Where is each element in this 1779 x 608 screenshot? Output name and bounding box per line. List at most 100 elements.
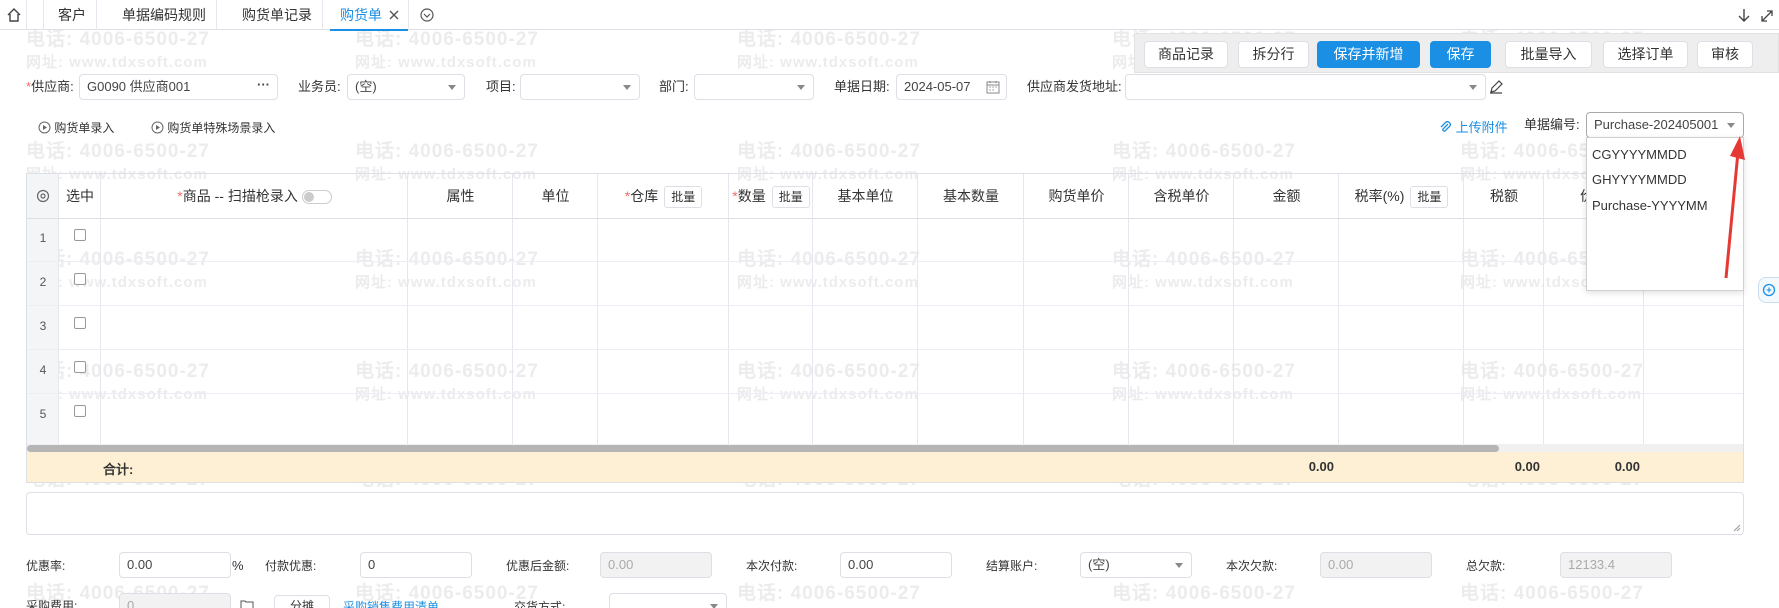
row-checkbox[interactable]	[74, 405, 86, 417]
horizontal-scrollbar-track[interactable]	[27, 444, 1743, 452]
watermark-phone: 电话: 4006-6500-27	[737, 583, 921, 604]
more-tabs-icon[interactable]	[419, 7, 435, 23]
supplier-input[interactable]: G0090 供应商001 ···	[79, 74, 278, 100]
chevron-down-icon	[623, 85, 631, 90]
batch-import-button[interactable]: 批量导入	[1505, 41, 1592, 68]
header-warehouse: *仓库 批量	[598, 174, 729, 218]
tab-label: 购货单记录	[242, 7, 312, 23]
this-payment-input[interactable]: 0.00	[840, 552, 952, 578]
play-circle-icon	[38, 121, 51, 134]
side-help-tab[interactable]	[1758, 277, 1779, 303]
expand-icon[interactable]	[1759, 8, 1775, 24]
chevron-down-icon	[710, 604, 718, 608]
row-checkbox[interactable]	[74, 361, 86, 373]
tab-purchase-records[interactable]: 购货单记录	[232, 0, 323, 30]
tab-spacer	[26, 0, 44, 30]
row-checkbox[interactable]	[74, 229, 86, 241]
chevron-down-icon	[1175, 563, 1183, 568]
row-checkbox[interactable]	[74, 273, 86, 285]
grid-col-index	[27, 174, 59, 444]
close-icon[interactable]	[388, 9, 400, 21]
watermark-phone: 电话: 4006-6500-27	[26, 141, 210, 162]
paperclip-icon	[1440, 121, 1451, 132]
subtab-purchase-entry[interactable]: 购货单录入	[38, 119, 114, 136]
edit-icon[interactable]	[1489, 80, 1503, 94]
download-icon[interactable]	[1737, 8, 1751, 24]
audit-button[interactable]: 审核	[1697, 41, 1753, 68]
dropdown-option[interactable]: CGYYYYMMDD	[1592, 143, 1687, 167]
remark-textarea[interactable]	[26, 492, 1744, 535]
header-base-unit: 基本单位	[837, 188, 894, 204]
this-debt-label: 本次欠款:	[1226, 559, 1278, 573]
split-row-button[interactable]: 拆分行	[1238, 41, 1309, 68]
purchase-fee-input[interactable]: 0	[119, 593, 231, 608]
home-icon[interactable]	[6, 7, 22, 23]
discount-rate-input[interactable]: 0.00	[119, 552, 231, 578]
tab-customer[interactable]: 客户	[48, 0, 97, 30]
date-input[interactable]: 2024-05-07	[896, 74, 1007, 100]
row-number: 5	[39, 407, 47, 421]
header-attr: 属性	[446, 188, 475, 204]
project-select[interactable]	[520, 74, 640, 100]
goods-record-button[interactable]: 商品记录	[1144, 41, 1228, 68]
upload-attachment-link[interactable]: 上传附件	[1440, 117, 1508, 136]
allocate-button[interactable]: 分摊	[274, 595, 330, 608]
calendar-icon[interactable]	[986, 80, 1000, 94]
address-select[interactable]	[1125, 74, 1486, 100]
header-select: 选中	[66, 188, 94, 204]
row-number: 3	[39, 319, 47, 333]
save-button[interactable]: 保存	[1430, 41, 1491, 68]
watermark-site: 网址: www.tdxsoft.com	[355, 54, 537, 71]
total-label: 合计:	[103, 462, 134, 477]
subtab-special-entry[interactable]: 购货单特殊场景录入	[151, 119, 275, 136]
chevron-down-icon	[797, 85, 805, 90]
total-debt-input[interactable]: 12133.4	[1560, 552, 1672, 578]
header-base-qty: 基本数量	[943, 188, 999, 204]
play-circle-icon	[151, 121, 164, 134]
watermark-phone: 电话: 4006-6500-27	[1112, 141, 1296, 162]
trade-method-select[interactable]	[609, 593, 727, 608]
percent-label: %	[232, 558, 244, 573]
dropdown-option[interactable]: GHYYYYMMDD	[1592, 168, 1687, 192]
salesman-select[interactable]: (空)	[347, 74, 465, 100]
dept-select[interactable]	[694, 74, 814, 100]
date-value: 2024-05-07	[904, 79, 971, 94]
qty-batch-button[interactable]: 批量	[771, 186, 810, 209]
total-debt-label: 总欠款:	[1466, 559, 1506, 573]
warehouse-batch-button[interactable]: 批量	[664, 186, 703, 209]
tab-label: 单据编码规则	[122, 7, 206, 23]
pay-discount-input[interactable]: 0	[360, 552, 472, 578]
tab-label: 购货单	[340, 7, 382, 23]
tab-code-rules[interactable]: 单据编码规则	[112, 0, 217, 30]
folder-icon[interactable]	[240, 599, 254, 608]
fee-list-link[interactable]: 采购销售费用清单	[343, 595, 439, 608]
tab-purchase-order[interactable]: 购货单	[330, 0, 409, 31]
chevron-down-icon	[1469, 85, 1477, 90]
horizontal-scrollbar-thumb[interactable]	[27, 445, 1499, 452]
header-unit: 单位	[541, 188, 570, 204]
action-toolbar: 商品记录 拆分行 保存并新增 保存 批量导入 选择订单 审核	[1134, 33, 1779, 73]
row-divider	[27, 305, 1743, 306]
dropdown-option[interactable]: Purchase-YYYYMM	[1592, 194, 1708, 218]
row-checkbox[interactable]	[74, 317, 86, 329]
row-divider	[27, 261, 1743, 262]
after-discount-input[interactable]: 0.00	[600, 552, 712, 578]
settings-icon[interactable]	[36, 189, 50, 203]
scan-toggle[interactable]	[301, 190, 332, 205]
discount-rate-value: 0.00	[127, 557, 153, 572]
chevron-down-icon	[448, 85, 456, 90]
resize-handle-icon[interactable]	[1733, 524, 1741, 532]
project-label: 项目:	[486, 79, 516, 94]
header-qty: *数量 批量	[729, 174, 813, 218]
save-and-new-button[interactable]: 保存并新增	[1317, 41, 1420, 68]
docno-value: Purchase-202405001	[1594, 117, 1719, 132]
this-debt-input[interactable]: 0.00	[1320, 552, 1432, 578]
tax-rate-batch-button[interactable]: 批量	[1410, 186, 1449, 209]
purchase-fee-value: 0	[127, 598, 135, 608]
address-label: 供应商发货地址:	[1027, 79, 1122, 94]
watermark-phone: 电话: 4006-6500-27	[737, 141, 921, 162]
select-order-button[interactable]: 选择订单	[1603, 41, 1688, 68]
supplier-more-icon[interactable]: ···	[257, 75, 270, 97]
account-select[interactable]: (空)	[1080, 552, 1192, 578]
watermark-site: 网址: www.tdxsoft.com	[26, 54, 208, 71]
